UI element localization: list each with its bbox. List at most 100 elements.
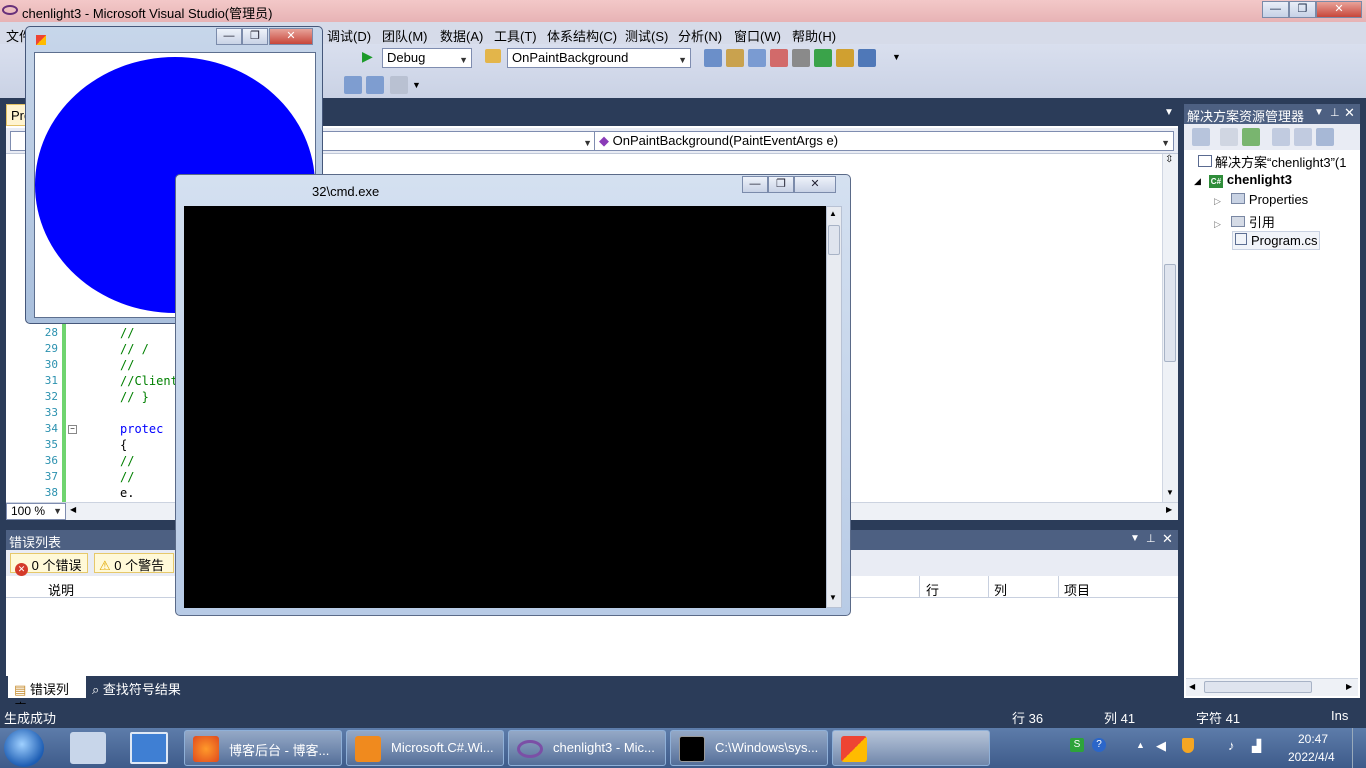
- window-layout-icon[interactable]: [858, 49, 876, 67]
- bookmark-next-icon[interactable]: [366, 76, 384, 94]
- find-combo[interactable]: OnPaintBackground ▼: [507, 48, 691, 68]
- help-tray-icon[interactable]: ?: [1092, 738, 1106, 752]
- panel-menu-icon[interactable]: ▼: [1130, 533, 1140, 544]
- collapsed-icon[interactable]: ▷: [1214, 196, 1221, 206]
- scroll-left-icon[interactable]: ◀: [70, 505, 76, 514]
- menu-architecture[interactable]: 体系结构(C): [547, 26, 617, 45]
- taskbar-item-pdf[interactable]: Microsoft.C#.Wi...: [346, 730, 504, 766]
- solution-config-combo[interactable]: Debug ▼: [382, 48, 472, 68]
- tree-solution[interactable]: 解决方案“chenlight3”(1: [1198, 152, 1347, 171]
- collapsed-icon[interactable]: ▷: [1214, 219, 1221, 229]
- toolbar-overflow-icon[interactable]: ▼: [892, 52, 901, 62]
- pin-icon[interactable]: ⊥: [1146, 532, 1156, 545]
- tab-dropdown-icon[interactable]: ▼: [1164, 107, 1174, 118]
- cmd-minimize-button[interactable]: —: [742, 176, 768, 193]
- menu-debug[interactable]: 调试(D): [327, 26, 371, 45]
- collapse-icon[interactable]: −: [68, 425, 77, 434]
- minimize-button[interactable]: —: [1262, 1, 1289, 18]
- bookmark-clear-icon[interactable]: [390, 76, 408, 94]
- cmd-close-button[interactable]: ✕: [794, 176, 836, 193]
- taskbar-pinned-explorer[interactable]: [70, 732, 106, 764]
- tree-program-cs[interactable]: Program.cs: [1232, 231, 1321, 250]
- se-scroll-right-icon[interactable]: ▶: [1346, 682, 1352, 691]
- menu-analyze[interactable]: 分析(N): [678, 26, 722, 45]
- find-in-files-icon[interactable]: [485, 49, 501, 63]
- errors-filter-button[interactable]: ✕ 0 个错误: [10, 553, 88, 576]
- show-desktop-button[interactable]: [1352, 728, 1366, 768]
- form-close-button[interactable]: ✕: [269, 28, 313, 45]
- col-column[interactable]: 列: [994, 580, 1007, 599]
- cmd-scroll-thumb[interactable]: [828, 225, 840, 255]
- shield-tray-icon[interactable]: [1182, 738, 1194, 753]
- scroll-thumb[interactable]: [1164, 264, 1176, 362]
- menu-data[interactable]: 数据(A): [440, 26, 483, 45]
- tab-error-list[interactable]: ▤ 错误列表: [8, 676, 86, 716]
- taskbar-item-form[interactable]: [832, 730, 990, 766]
- tree-project[interactable]: ◢ C# chenlight3: [1194, 172, 1292, 188]
- col-description[interactable]: 说明: [48, 580, 74, 599]
- class-diagram-icon[interactable]: [1316, 128, 1334, 146]
- taskbar-item-visual-studio[interactable]: chenlight3 - Mic...: [508, 730, 666, 766]
- cmd-scroll-down-icon[interactable]: ▼: [829, 593, 837, 602]
- cmd-console[interactable]: [184, 206, 826, 608]
- clock-time[interactable]: 20:47: [1298, 732, 1328, 746]
- se-scroll-left-icon[interactable]: ◀: [1189, 682, 1195, 691]
- se-scroll-thumb[interactable]: [1204, 681, 1312, 693]
- form-minimize-button[interactable]: —: [216, 28, 242, 45]
- taskbar-item-cmd[interactable]: C:\Windows\sys...: [670, 730, 828, 766]
- expand-icon[interactable]: ◢: [1194, 176, 1201, 186]
- menu-window[interactable]: 窗口(W): [734, 26, 781, 45]
- start-button[interactable]: [4, 729, 44, 767]
- extension-icon[interactable]: [836, 49, 854, 67]
- close-button[interactable]: ✕: [1316, 1, 1362, 18]
- solution-explorer-icon[interactable]: [704, 49, 722, 67]
- cmd-scroll-up-icon[interactable]: ▲: [829, 209, 837, 218]
- taskbar-item-browser[interactable]: 博客后台 - 博客...: [184, 730, 342, 766]
- zoom-combo[interactable]: 100 % ▼: [6, 503, 66, 520]
- se-hscroll[interactable]: ◀ ▶: [1186, 678, 1358, 696]
- taskbar-pinned-desktop[interactable]: [130, 732, 168, 764]
- se-properties-icon[interactable]: [1220, 128, 1238, 146]
- show-all-files-icon[interactable]: [1192, 128, 1210, 146]
- warnings-filter-button[interactable]: ⚠ 0 个警告: [94, 553, 174, 573]
- speaker-tray-icon[interactable]: ◀: [1156, 738, 1166, 754]
- cmd-scrollbar[interactable]: ▲ ▼: [826, 206, 842, 608]
- show-hidden-icons[interactable]: ▲: [1136, 740, 1145, 750]
- view-code-icon[interactable]: [1272, 128, 1290, 146]
- menu-tools[interactable]: 工具(T): [494, 26, 537, 45]
- tree-properties[interactable]: ▷ Properties: [1214, 192, 1308, 207]
- clock-date[interactable]: 2022/4/4: [1288, 750, 1335, 764]
- refresh-icon[interactable]: [1242, 128, 1260, 146]
- tab-find-symbol[interactable]: ⌕ 查找符号结果: [86, 676, 196, 698]
- bookmark-prev-icon[interactable]: [344, 76, 362, 94]
- volume-icon[interactable]: ♪: [1228, 738, 1235, 753]
- view-designer-icon[interactable]: [1294, 128, 1312, 146]
- toolbox-icon[interactable]: [770, 49, 788, 67]
- se-close-icon[interactable]: ✕: [1344, 105, 1355, 121]
- tools-icon[interactable]: [792, 49, 810, 67]
- scroll-down-icon[interactable]: ▼: [1166, 488, 1174, 497]
- sogou-tray-icon[interactable]: S: [1070, 738, 1084, 752]
- se-menu-icon[interactable]: ▼: [1314, 107, 1324, 118]
- col-project[interactable]: 项目: [1064, 580, 1090, 599]
- object-browser-icon[interactable]: [748, 49, 766, 67]
- cmd-maximize-button[interactable]: ❐: [768, 176, 794, 193]
- member-combo[interactable]: ◆ OnPaintBackground(PaintEventArgs e) ▼: [594, 131, 1174, 151]
- menu-team[interactable]: 团队(M): [382, 26, 428, 45]
- form-maximize-button[interactable]: ❐: [242, 28, 268, 45]
- menu-help[interactable]: 帮助(H): [792, 26, 836, 45]
- start-page-icon[interactable]: [814, 49, 832, 67]
- se-pin-icon[interactable]: ⊥: [1330, 106, 1340, 119]
- col-line[interactable]: 行: [926, 580, 939, 599]
- split-icon[interactable]: ⇳: [1165, 154, 1173, 165]
- start-debug-icon[interactable]: ▶: [362, 48, 373, 65]
- toolbar2-overflow-icon[interactable]: ▼: [412, 80, 421, 90]
- network-icon[interactable]: ▟: [1252, 739, 1261, 753]
- maximize-button[interactable]: ❐: [1289, 1, 1316, 18]
- editor-vertical-scrollbar[interactable]: ⇳ ▼: [1162, 154, 1178, 502]
- properties-icon[interactable]: [726, 49, 744, 67]
- scroll-right-icon[interactable]: ▶: [1166, 505, 1172, 514]
- tree-references[interactable]: ▷ 引用: [1214, 212, 1275, 231]
- panel-close-icon[interactable]: ✕: [1162, 531, 1173, 547]
- menu-test[interactable]: 测试(S): [625, 26, 668, 45]
